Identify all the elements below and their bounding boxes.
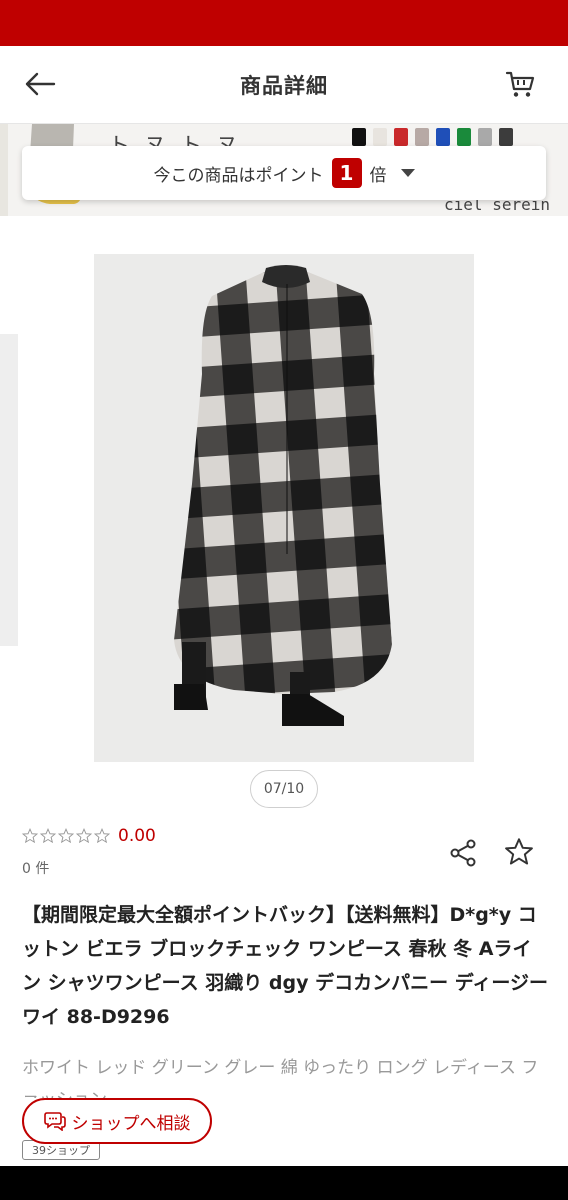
review-count[interactable]: 0 件 bbox=[22, 858, 49, 878]
color-swatch bbox=[373, 128, 387, 146]
rating-score: 0.00 bbox=[118, 826, 156, 846]
cart-button[interactable] bbox=[500, 64, 540, 104]
chat-icon bbox=[43, 1112, 66, 1131]
color-swatch bbox=[457, 128, 471, 146]
point-multiplier-badge: 1 bbox=[331, 158, 362, 188]
consult-button-label: ショップへ相談 bbox=[71, 1113, 191, 1134]
app-header: 商品詳細 bbox=[0, 46, 568, 124]
color-swatch bbox=[394, 128, 408, 146]
share-button[interactable] bbox=[446, 836, 480, 870]
back-button[interactable] bbox=[20, 66, 60, 102]
product-image[interactable] bbox=[94, 254, 474, 762]
dress-illustration bbox=[94, 254, 474, 762]
status-bar bbox=[0, 0, 568, 46]
point-multiplier-dropdown[interactable]: 今この商品はポイント 1 倍 bbox=[22, 146, 546, 200]
cart-icon bbox=[505, 71, 535, 97]
product-title: 【期間限定最大全額ポイントバック】【送料無料】D*g*y コットン ビエラ ブロ… bbox=[22, 904, 549, 1028]
star-outline-icon bbox=[505, 838, 533, 865]
arrow-left-icon bbox=[25, 72, 56, 96]
consult-shop-button[interactable]: ショップへ相談 bbox=[22, 1098, 212, 1144]
star-empty-icon bbox=[22, 828, 38, 844]
image-carousel[interactable] bbox=[0, 218, 568, 778]
color-swatch bbox=[352, 128, 366, 146]
color-swatches bbox=[352, 128, 513, 146]
color-swatch bbox=[415, 128, 429, 146]
page-title: 商品詳細 bbox=[240, 73, 328, 98]
image-counter: 07/10 bbox=[250, 770, 318, 808]
banner-edge bbox=[0, 124, 8, 216]
caret-down-icon bbox=[400, 169, 415, 177]
point-prefix: 今この商品はポイント bbox=[153, 165, 324, 186]
rating-stars[interactable]: 0.00 bbox=[22, 826, 156, 846]
previous-image-peek[interactable] bbox=[0, 334, 18, 646]
color-swatch bbox=[499, 128, 513, 146]
color-swatch bbox=[436, 128, 450, 146]
color-swatch bbox=[478, 128, 492, 146]
star-empty-icon bbox=[40, 828, 56, 844]
product-subtitle: ホワイト レッド グリーン グレー 綿 ゆったり ロング レディース ファッショ… bbox=[22, 1058, 539, 1098]
star-empty-icon bbox=[94, 828, 110, 844]
favorite-button[interactable] bbox=[502, 834, 536, 870]
share-icon bbox=[450, 839, 476, 867]
star-empty-icon bbox=[58, 828, 74, 844]
star-empty-icon bbox=[76, 828, 92, 844]
point-suffix: 倍 bbox=[369, 165, 387, 186]
system-nav-bar bbox=[0, 1166, 568, 1200]
